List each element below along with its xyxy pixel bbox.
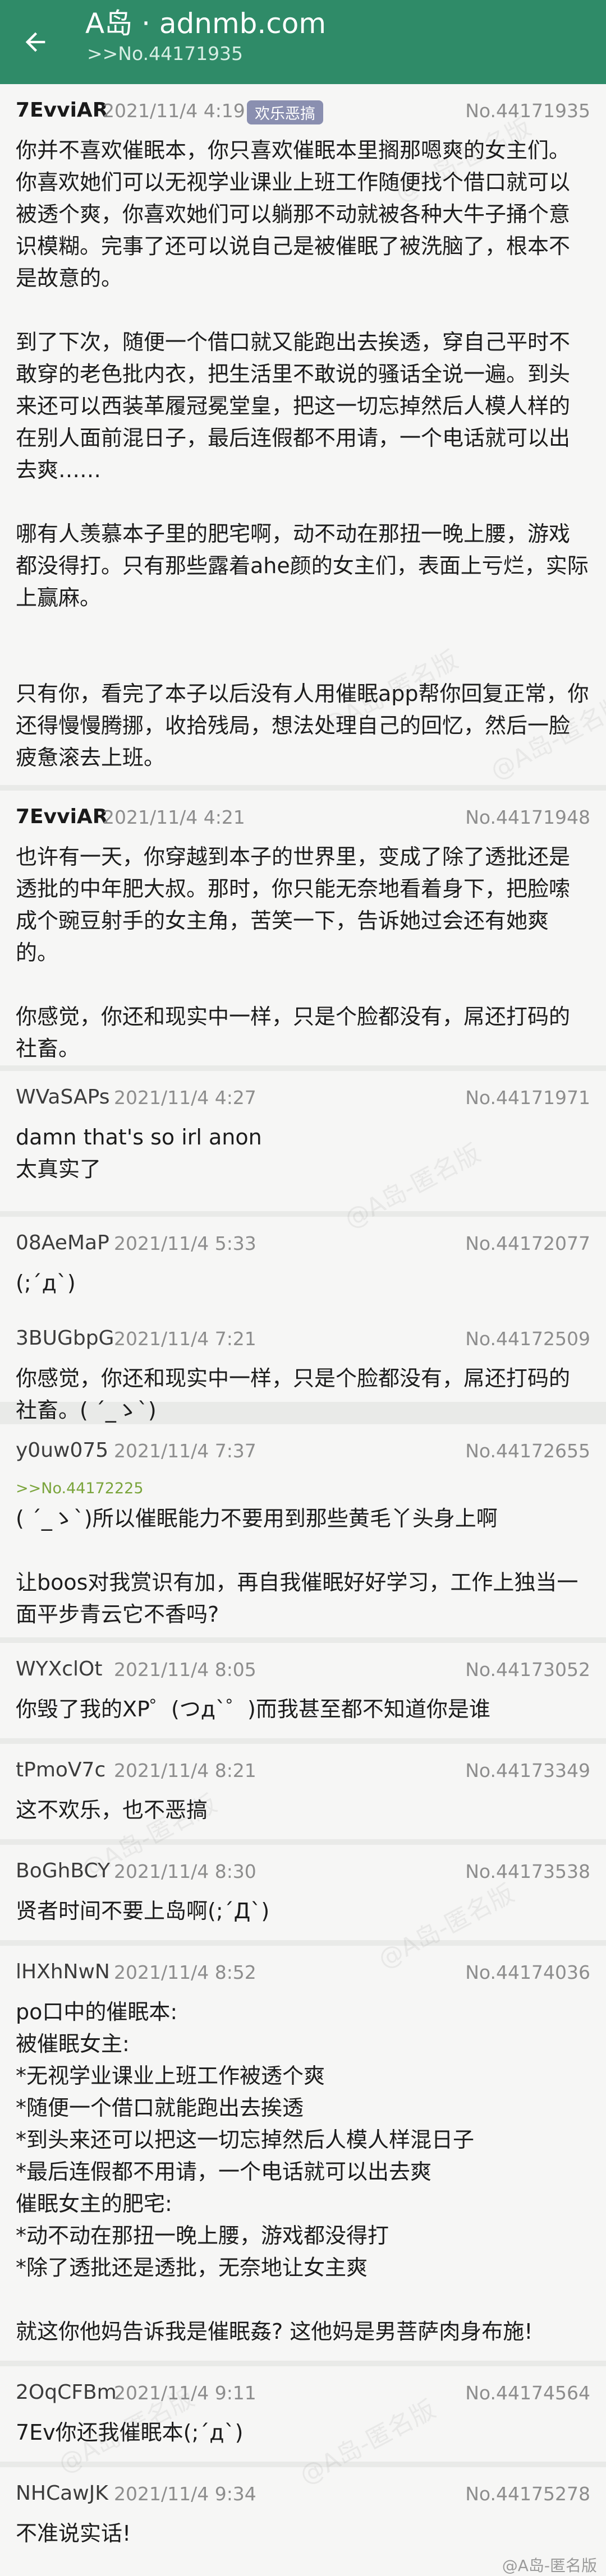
post-header: BoGhBCY 2021/11/4 8:30 No.44173538 — [0, 1845, 606, 1901]
post-reply: y0uw075 2021/11/4 7:37 No.44172655 >>No.… — [0, 1424, 606, 1637]
post-header: 2OqCFBm 2021/11/4 9:11 No.44174564 — [0, 2366, 606, 2422]
post-reply: 2OqCFBm 2021/11/4 9:11 No.44174564 7Ev你还… — [0, 2366, 606, 2462]
post-number[interactable]: No.44175278 — [465, 2483, 590, 2505]
post-content: po口中的催眠本: 被催眠女主: *无视学业课业上班工作被透个爽 *随便一个借口… — [16, 2000, 533, 2344]
post-header: WYXclOt 2021/11/4 8:05 No.44173052 — [0, 1643, 606, 1699]
post-number[interactable]: No.44174036 — [465, 1961, 590, 1983]
post-content: ( ´_ゝ`)所以催眠能力不要用到那些黄毛丫头身上啊 让boos对我赏识有加，再… — [16, 1506, 579, 1627]
back-button[interactable] — [16, 22, 55, 62]
post-content: damn that's so irl anon 太真实了 — [16, 1125, 262, 1181]
post-header: 7EvviAR 2021/11/4 4:19 欢乐恶搞 No.44171935 — [0, 84, 606, 140]
post-number[interactable]: No.44171935 — [465, 100, 590, 122]
post-number[interactable]: No.44171971 — [465, 1087, 590, 1109]
post-time: 2021/11/4 8:21 — [114, 1760, 256, 1781]
app-title: A岛 · adnmb.com — [85, 7, 327, 40]
post-content: 你并不喜欢催眠本，你只喜欢催眠本里搁那嗯爽的女主们。你喜欢她们可以无视学业课业上… — [16, 138, 589, 770]
post-number[interactable]: No.44172655 — [465, 1440, 590, 1462]
user-id[interactable]: WVaSAPs — [16, 1086, 109, 1109]
arrow-left-icon — [25, 32, 45, 52]
post-header: tPmoV7c 2021/11/4 8:21 No.44173349 — [0, 1744, 606, 1800]
user-id[interactable]: 7EvviAR — [16, 805, 108, 828]
post-number[interactable]: No.44173349 — [465, 1760, 590, 1781]
post-content: 你毁了我的XP゜(つд`゜)而我甚至都不知道你是谁 — [16, 1697, 490, 1721]
post-content: (;´д`) — [16, 1271, 76, 1295]
post-time: 2021/11/4 7:37 — [114, 1440, 256, 1462]
corner-watermark: @A岛-匿名版 — [502, 2556, 597, 2575]
user-id[interactable]: 08AeMaP — [16, 1231, 109, 1254]
post-time: 2021/11/4 4:27 — [114, 1087, 256, 1109]
post-header: lHXhNwN 2021/11/4 8:52 No.44174036 — [0, 1946, 606, 2002]
post-content: 也许有一天，你穿越到本子的世界里，变成了除了透批还是透批的中年肥大叔。那时，你只… — [16, 844, 571, 1061]
post-reply: 3BUGbpG 2021/11/4 7:21 No.44172509 你感觉，你… — [0, 1312, 606, 1423]
post-header: 08AeMaP 2021/11/4 5:33 No.44172077 — [0, 1217, 606, 1273]
post-original: 7EvviAR 2021/11/4 4:19 欢乐恶搞 No.44171935 … — [0, 84, 606, 785]
post-header: y0uw075 2021/11/4 7:37 No.44172655 — [0, 1424, 606, 1480]
post-content: 你感觉，你还和现实中一样，只是个脸都没有，屌还打码的社畜。( ´_ゝ`) — [16, 1366, 571, 1423]
post-time: 2021/11/4 8:52 — [114, 1961, 256, 1983]
post-time: 2021/11/4 8:05 — [114, 1659, 256, 1681]
user-id[interactable]: lHXhNwN — [16, 1960, 110, 1983]
post-content: 这不欢乐，也不恶搞 — [16, 1798, 208, 1822]
post-reply: 7EvviAR 2021/11/4 4:21 No.44171948 也许有一天… — [0, 791, 606, 1065]
post-time: 2021/11/4 4:21 — [103, 806, 245, 828]
post-content: 7Ev你还我催眠本(;´д`) — [16, 2420, 244, 2445]
post-reply: 08AeMaP 2021/11/4 5:33 No.44172077 (;´д`… — [0, 1217, 606, 1318]
post-header: 3BUGbpG 2021/11/4 7:21 No.44172509 — [0, 1312, 606, 1368]
post-time: 2021/11/4 5:33 — [114, 1232, 256, 1254]
user-id[interactable]: 7EvviAR — [16, 99, 108, 122]
post-reply: lHXhNwN 2021/11/4 8:52 No.44174036 po口中的… — [0, 1946, 606, 2361]
user-id[interactable]: tPmoV7c — [16, 1758, 105, 1781]
user-id[interactable]: 3BUGbpG — [16, 1327, 114, 1350]
post-number[interactable]: No.44172077 — [465, 1232, 590, 1254]
post-content: 贤者时间不要上岛啊(;´Д`) — [16, 1899, 270, 1923]
post-number[interactable]: No.44173538 — [465, 1861, 590, 1882]
post-time: 2021/11/4 4:19 — [103, 100, 245, 122]
user-id[interactable]: NHCawJK — [16, 2482, 108, 2505]
post-number[interactable]: No.44173052 — [465, 1659, 590, 1681]
post-reply: WYXclOt 2021/11/4 8:05 No.44173052 你毁了我的… — [0, 1643, 606, 1738]
user-id[interactable]: WYXclOt — [16, 1658, 103, 1681]
post-reply: WVaSAPs 2021/11/4 4:27 No.44171971 damn … — [0, 1071, 606, 1211]
thread-number: >>No.44171935 — [87, 43, 244, 64]
post-number[interactable]: No.44174564 — [465, 2382, 590, 2404]
post-reply: tPmoV7c 2021/11/4 8:21 No.44173349 这不欢乐，… — [0, 1744, 606, 1839]
post-time: 2021/11/4 7:21 — [114, 1328, 256, 1350]
post-reply: BoGhBCY 2021/11/4 8:30 No.44173538 贤者时间不… — [0, 1845, 606, 1940]
app-bar: A岛 · adnmb.com >>No.44171935 — [0, 0, 606, 84]
category-badge[interactable]: 欢乐恶搞 — [247, 100, 323, 124]
post-number[interactable]: No.44172509 — [465, 1328, 590, 1350]
post-time: 2021/11/4 8:30 — [114, 1861, 256, 1882]
post-time: 2021/11/4 9:11 — [114, 2382, 256, 2404]
post-time: 2021/11/4 9:34 — [114, 2483, 256, 2505]
user-id[interactable]: y0uw075 — [16, 1439, 108, 1462]
post-content: 不准说实话! — [16, 2521, 131, 2546]
post-header: 7EvviAR 2021/11/4 4:21 No.44171948 — [0, 791, 606, 847]
quote-reference-link[interactable]: >>No.44172225 — [16, 1480, 144, 1497]
post-header: NHCawJK 2021/11/4 9:34 No.44175278 — [0, 2467, 606, 2523]
post-number[interactable]: No.44171948 — [465, 806, 590, 828]
user-id[interactable]: 2OqCFBm — [16, 2381, 117, 2404]
user-id[interactable]: BoGhBCY — [16, 1859, 110, 1882]
post-header: WVaSAPs 2021/11/4 4:27 No.44171971 — [0, 1071, 606, 1127]
